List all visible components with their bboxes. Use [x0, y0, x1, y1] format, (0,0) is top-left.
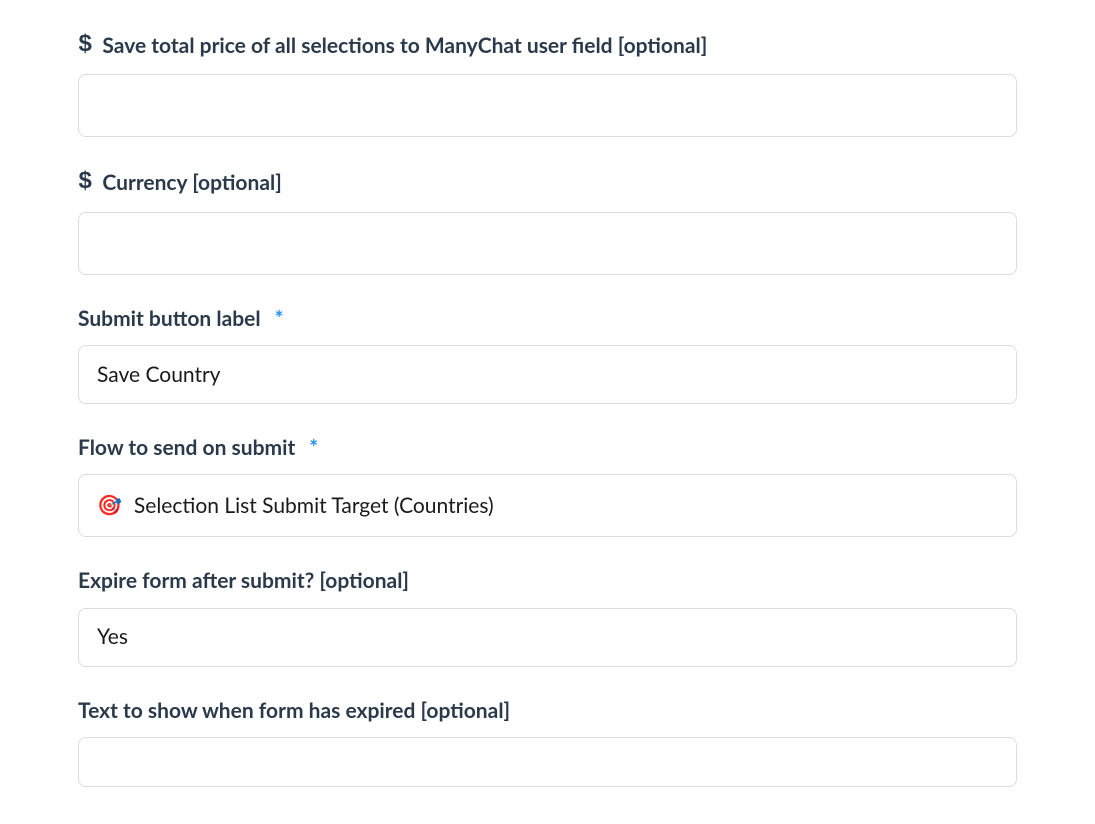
expired-text-input-wrapper[interactable]	[78, 737, 1017, 787]
field-expire: Expire form after submit? [optional] Yes	[78, 567, 1017, 666]
field-expire-label-text: Expire form after submit? [optional]	[78, 567, 409, 595]
field-submit-label-text: Submit button label	[78, 305, 261, 333]
field-flow-label-row: Flow to send on submit *	[78, 434, 1017, 462]
flow-select[interactable]: 🎯 Selection List Submit Target (Countrie…	[78, 474, 1017, 537]
expire-select[interactable]: Yes	[78, 608, 1017, 667]
flow-select-value: Selection List Submit Target (Countries)	[134, 492, 494, 520]
dollar-icon: $	[78, 167, 92, 199]
save-price-input-wrapper[interactable]	[78, 74, 1017, 137]
required-asterisk: *	[309, 434, 318, 462]
field-expired-text: Text to show when form has expired [opti…	[78, 697, 1017, 787]
save-price-input[interactable]	[97, 93, 998, 118]
field-currency-label: Currency [optional]	[102, 169, 281, 197]
target-icon: 🎯	[97, 492, 122, 519]
field-expire-label-row: Expire form after submit? [optional]	[78, 567, 1017, 595]
dollar-icon: $	[78, 30, 92, 62]
submit-label-input-wrapper[interactable]	[78, 345, 1017, 404]
field-flow: Flow to send on submit * 🎯 Selection Lis…	[78, 434, 1017, 537]
submit-label-input[interactable]	[97, 362, 998, 387]
field-save-price: $ Save total price of all selections to …	[78, 30, 1017, 137]
field-flow-label-text: Flow to send on submit	[78, 434, 295, 462]
field-save-price-label-row: $ Save total price of all selections to …	[78, 30, 1017, 62]
field-currency-label-row: $ Currency [optional]	[78, 167, 1017, 199]
field-submit-label: Submit button label *	[78, 305, 1017, 404]
field-currency: $ Currency [optional]	[78, 167, 1017, 274]
expired-text-input[interactable]	[97, 750, 998, 775]
expire-select-value: Yes	[97, 623, 128, 651]
form-container: $ Save total price of all selections to …	[0, 0, 1095, 797]
currency-input-wrapper[interactable]	[78, 212, 1017, 275]
field-expired-text-label-row: Text to show when form has expired [opti…	[78, 697, 1017, 725]
field-save-price-label: Save total price of all selections to Ma…	[102, 32, 707, 60]
required-asterisk: *	[275, 305, 284, 333]
currency-input[interactable]	[97, 231, 998, 256]
field-expired-text-label: Text to show when form has expired [opti…	[78, 697, 510, 725]
field-submit-label-row: Submit button label *	[78, 305, 1017, 333]
